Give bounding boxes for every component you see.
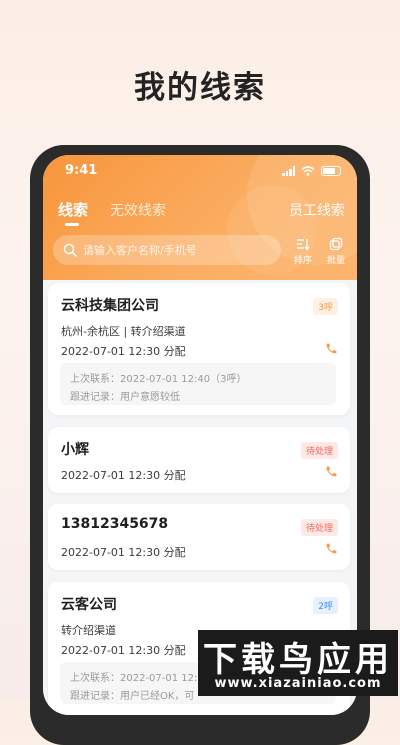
watermark-logo: 下载鸟应用 www.xiazainiao.com xyxy=(198,630,398,696)
tab-staff-leads[interactable]: 员工线索 xyxy=(289,200,345,220)
search-input[interactable]: 请输入客户名称/手机号 xyxy=(53,235,281,265)
lead-source: 杭州-余杭区 | 转介绍渠道 xyxy=(61,325,186,338)
status-bar: 9:41 xyxy=(43,155,357,187)
search-placeholder: 请输入客户名称/手机号 xyxy=(83,244,197,257)
lead-name: 云客公司 xyxy=(61,597,117,613)
last-contact: 上次联系：2022-07-01 12:40（3呼） xyxy=(70,374,247,385)
batch-label: 批量 xyxy=(326,256,345,266)
watermark-url: www.xiazainiao.com xyxy=(214,676,382,691)
status-badge: 待处理 xyxy=(300,519,338,536)
lead-name: 云科技集团公司 xyxy=(61,298,159,314)
phone-icon[interactable] xyxy=(325,342,338,355)
lead-name: 小辉 xyxy=(61,442,89,458)
status-icons xyxy=(282,166,341,176)
follow-up-note: 跟进记录：用户意愿较低 xyxy=(70,392,180,403)
phone-icon[interactable] xyxy=(325,542,338,555)
last-contact: 上次联系：2022-07-01 12:30 xyxy=(70,673,211,684)
tab-bar: 线索 无效线索 员工线索 xyxy=(43,199,357,229)
follow-up-record: 上次联系：2022-07-01 12:40（3呼） 跟进记录：用户意愿较低 xyxy=(60,363,336,405)
tab-invalid-leads[interactable]: 无效线索 xyxy=(110,200,166,220)
lead-assigned-time: 2022-07-01 12:30 分配 xyxy=(61,644,186,657)
batch-icon xyxy=(329,237,343,251)
lead-assigned-time: 2022-07-01 12:30 分配 xyxy=(61,345,186,358)
signal-icon xyxy=(282,166,295,176)
header: 9:41 线索 无效线索 员工线索 请输入客户名称/手机号 排序 批量 xyxy=(43,155,357,280)
sort-icon xyxy=(297,239,310,251)
tab-leads[interactable]: 线索 xyxy=(58,199,88,220)
batch-button[interactable]: 批量 xyxy=(321,237,351,266)
wifi-icon xyxy=(301,166,315,176)
tab-active-indicator xyxy=(65,223,79,226)
sort-label: 排序 xyxy=(293,256,312,266)
call-count-badge: 2呼 xyxy=(313,597,338,614)
sort-button[interactable]: 排序 xyxy=(288,237,318,266)
status-time: 9:41 xyxy=(65,163,98,178)
lead-source: 转介绍渠道 xyxy=(61,624,116,637)
page-title: 我的线索 xyxy=(134,70,266,106)
lead-name: 13812345678 xyxy=(61,516,169,532)
status-badge: 待处理 xyxy=(300,442,338,459)
lead-card[interactable]: 云科技集团公司 3呼 杭州-余杭区 | 转介绍渠道 2022-07-01 12:… xyxy=(48,283,350,415)
watermark-text: 下载鸟应用 xyxy=(203,640,393,680)
phone-icon[interactable] xyxy=(325,465,338,478)
search-icon xyxy=(63,243,77,257)
lead-assigned-time: 2022-07-01 12:30 分配 xyxy=(61,469,186,482)
battery-icon xyxy=(321,166,341,176)
call-count-badge: 3呼 xyxy=(313,298,338,315)
lead-card[interactable]: 小辉 待处理 2022-07-01 12:30 分配 xyxy=(48,427,350,493)
lead-card[interactable]: 13812345678 待处理 2022-07-01 12:30 分配 xyxy=(48,504,350,570)
lead-assigned-time: 2022-07-01 12:30 分配 xyxy=(61,546,186,559)
